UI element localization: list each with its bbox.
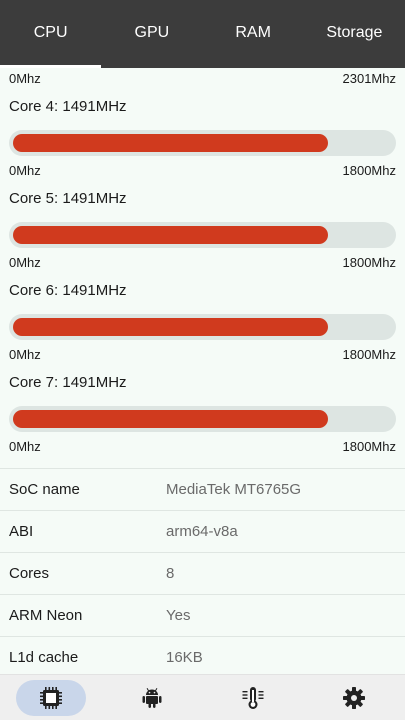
tab-label: GPU — [134, 24, 170, 41]
core-max-label: 2301Mhz — [342, 71, 396, 86]
core-block-4: Core 4: 1491MHz 0Mhz 1800Mhz — [0, 92, 405, 184]
android-icon — [140, 686, 164, 710]
tab-ram[interactable]: RAM — [203, 0, 304, 68]
core-block-5: Core 5: 1491MHz 0Mhz 1800Mhz — [0, 184, 405, 276]
info-value: 16KB — [166, 649, 203, 666]
core-title: Core 6: 1491MHz — [9, 282, 127, 299]
core-frequency-bar — [9, 130, 396, 156]
core-min-label: 0Mhz — [9, 439, 41, 454]
core-title: Core 5: 1491MHz — [9, 190, 127, 207]
info-label: L1d cache — [9, 649, 79, 666]
core-frequency-fill — [13, 134, 328, 152]
info-label: ABI — [9, 523, 34, 540]
core-title: Core 7: 1491MHz — [9, 374, 127, 391]
info-value: Yes — [166, 607, 191, 624]
tab-cpu[interactable]: CPU — [0, 0, 102, 68]
content-inner: 0Mhz 2301Mhz Core 4: 1491MHz 0Mhz 1800Mh… — [0, 68, 405, 674]
info-row-l1d-cache: L1d cache 16KB — [0, 637, 405, 674]
tab-label: RAM — [235, 24, 271, 41]
info-row-abi: ABI arm64-v8a — [0, 511, 405, 553]
info-row-soc-name: SoC name MediaTek MT6765G — [0, 469, 405, 511]
core-min-label: 0Mhz — [9, 347, 41, 362]
core-range-row: 0Mhz 1800Mhz — [9, 250, 396, 276]
cpu-info-table: SoC name MediaTek MT6765G ABI arm64-v8a … — [0, 468, 405, 674]
core-min-label: 0Mhz — [9, 255, 41, 270]
core-frequency-fill — [13, 226, 328, 244]
nav-cpu[interactable] — [15, 679, 86, 716]
tab-label: CPU — [33, 24, 68, 41]
info-row-cores: Cores 8 — [0, 553, 405, 595]
core-block-7: Core 7: 1491MHz 0Mhz 1800Mhz — [0, 368, 405, 460]
tab-storage[interactable]: Storage — [304, 0, 405, 68]
tab-gpu[interactable]: GPU — [101, 0, 202, 68]
nav-thermal[interactable] — [218, 680, 288, 716]
nav-android[interactable] — [117, 680, 187, 716]
bottom-navigation — [0, 674, 405, 720]
core-frequency-fill — [13, 318, 328, 336]
info-label: Cores — [9, 565, 50, 582]
core-frequency-bar — [9, 314, 396, 340]
core-frequency-fill — [13, 410, 328, 428]
core-frequency-bar — [9, 406, 396, 432]
info-label: ARM Neon — [9, 607, 83, 624]
core-range-row: 0Mhz 1800Mhz — [9, 342, 396, 368]
core-title: Core 4: 1491MHz — [9, 98, 127, 115]
core-max-label: 1800Mhz — [342, 255, 396, 270]
info-value: MediaTek MT6765G — [166, 481, 302, 498]
tab-label: Storage — [326, 24, 383, 41]
scroll-content[interactable]: 0Mhz 2301Mhz Core 4: 1491MHz 0Mhz 1800Mh… — [0, 68, 405, 674]
core-max-label: 1800Mhz — [342, 439, 396, 454]
core-block: 0Mhz 2301Mhz — [0, 68, 405, 92]
info-value: arm64-v8a — [166, 523, 238, 540]
top-tab-bar: CPU GPU RAM Storage — [0, 0, 405, 68]
core-block-6: Core 6: 1491MHz 0Mhz 1800Mhz — [0, 276, 405, 368]
thermometer-icon — [241, 686, 265, 710]
gear-icon — [342, 686, 366, 710]
core-frequency-bar — [9, 222, 396, 248]
info-label: SoC name — [9, 481, 80, 498]
core-max-label: 1800Mhz — [342, 347, 396, 362]
core-max-label: 1800Mhz — [342, 163, 396, 178]
core-min-label: 0Mhz — [9, 71, 41, 86]
chip-icon — [39, 686, 63, 710]
core-range-row: 0Mhz 1800Mhz — [9, 434, 396, 460]
info-value: 8 — [166, 565, 175, 582]
info-row-arm-neon: ARM Neon Yes — [0, 595, 405, 637]
core-range-row: 0Mhz 2301Mhz — [9, 68, 396, 92]
cpu-info-screen: CPU GPU RAM Storage 0Mhz 2301Mhz Core 4:… — [0, 0, 405, 720]
core-range-row: 0Mhz 1800Mhz — [9, 158, 396, 184]
nav-settings[interactable] — [319, 680, 389, 716]
core-min-label: 0Mhz — [9, 163, 41, 178]
